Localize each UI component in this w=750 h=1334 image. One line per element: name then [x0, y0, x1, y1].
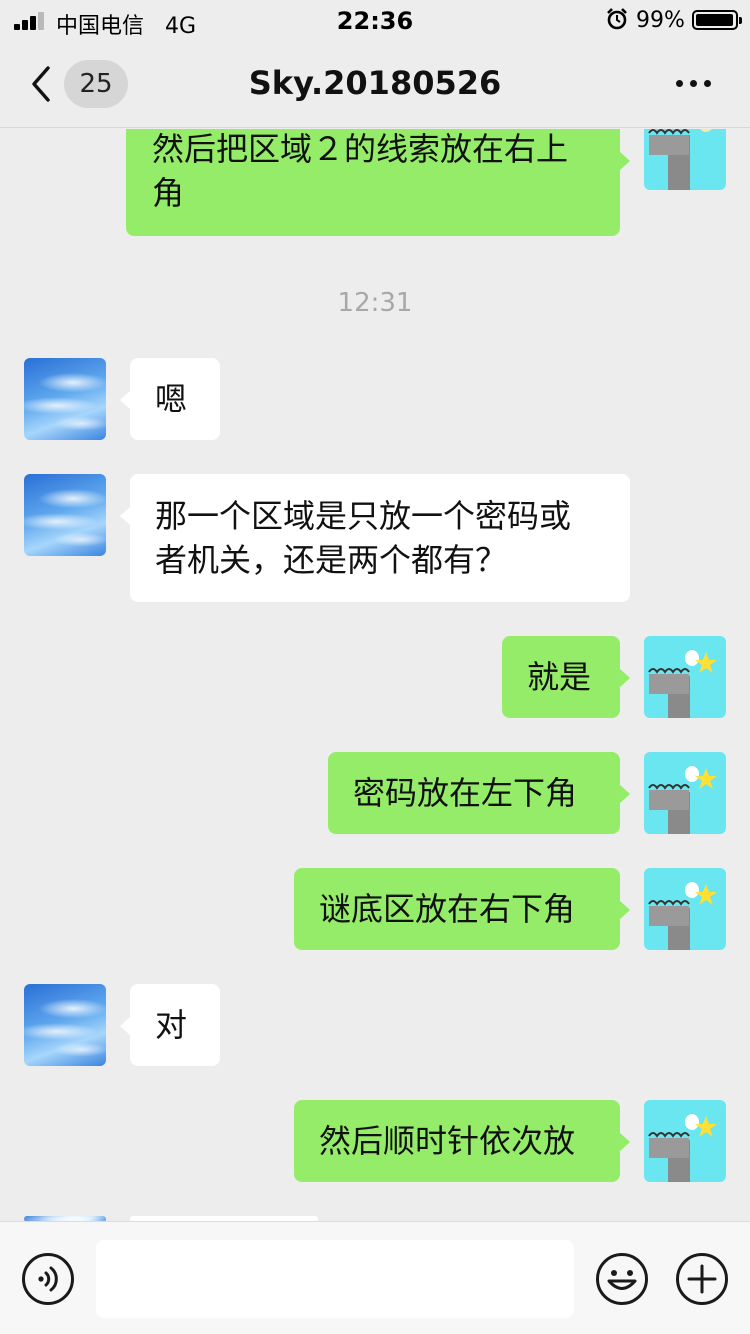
my-avatar[interactable]	[644, 129, 726, 190]
my-avatar[interactable]	[644, 636, 726, 718]
message-bubble-incoming[interactable]: 对	[120, 984, 220, 1066]
message-bubble-incoming[interactable]: 那一个区域是只放一个密码或 者机关，还是两个都有？	[120, 474, 630, 602]
message-text: 角	[152, 174, 185, 212]
avatar-image	[648, 1114, 717, 1182]
message-text: 密码放在左下角	[353, 774, 578, 812]
input-bar	[0, 1221, 750, 1334]
message-bubble-incoming[interactable]: 嗯	[120, 358, 220, 440]
plus-icon[interactable]	[675, 1252, 729, 1306]
avatar-image	[648, 766, 717, 834]
alarm-icon	[607, 8, 627, 30]
message-bubble-outgoing[interactable]: 密码放在左下角	[328, 752, 630, 834]
emoji-icon[interactable]	[595, 1252, 649, 1306]
my-avatar[interactable]	[644, 752, 726, 834]
my-avatar[interactable]	[644, 868, 726, 950]
message-text: 嗯	[155, 380, 188, 418]
message-text: 谜底区放在右下角	[319, 890, 576, 928]
message-text: 者机关，还是两个都有？	[155, 541, 508, 579]
message-text: 然后把区域２的线索放在右上	[152, 130, 569, 168]
contact-avatar[interactable]	[24, 984, 106, 1066]
more-options-icon[interactable]	[672, 74, 716, 94]
chat-header: 25 Sky.20180526	[0, 40, 750, 128]
contact-avatar[interactable]	[24, 474, 106, 556]
message-text: 对	[155, 1006, 188, 1044]
message-bubble-outgoing[interactable]: 然后顺时针依次放	[294, 1100, 630, 1182]
contact-avatar[interactable]	[24, 358, 106, 440]
timestamp: 12:31	[337, 288, 413, 318]
message-text: 那一个区域是只放一个密码或	[155, 497, 572, 535]
avatar-image	[648, 882, 717, 950]
my-avatar[interactable]	[644, 1100, 726, 1182]
message-text: 就是	[527, 658, 592, 696]
avatar-image	[648, 129, 712, 190]
battery-percent: 99%	[636, 8, 685, 33]
message-bubble-outgoing[interactable]: 谜底区放在右下角	[294, 868, 630, 950]
avatar-image	[648, 650, 717, 718]
voice-icon[interactable]	[21, 1252, 75, 1306]
chat-title: Sky.20180526	[248, 64, 502, 102]
message-list[interactable]: 然后把区域２的线索放在右上 角 12:31 嗯 那一个区域是只放一个密码或 者机…	[0, 129, 750, 1221]
status-bar: 中国电信 4G 22:36 99%	[0, 0, 750, 40]
message-text: 然后顺时针依次放	[319, 1122, 576, 1160]
message-bubble-outgoing[interactable]: 就是	[502, 636, 630, 718]
battery-icon	[692, 10, 742, 30]
message-input[interactable]	[96, 1240, 574, 1318]
message-bubble-outgoing[interactable]: 然后把区域２的线索放在右上 角	[126, 129, 630, 236]
